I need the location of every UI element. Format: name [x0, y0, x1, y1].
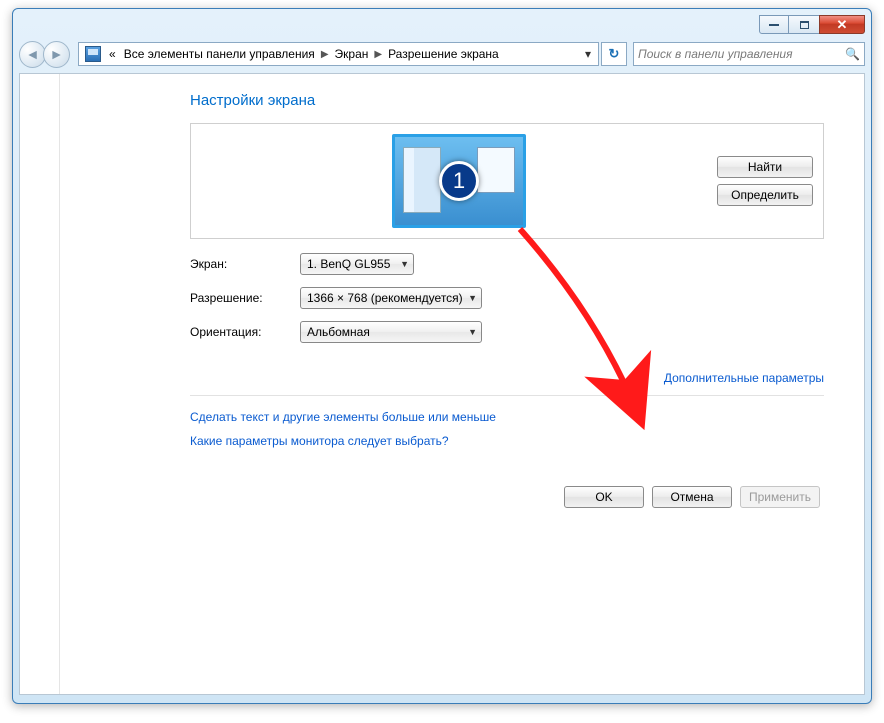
- forward-button[interactable]: ►: [43, 41, 70, 68]
- refresh-button[interactable]: ↻: [601, 42, 627, 66]
- orientation-combo[interactable]: Альбомная ▼: [300, 321, 482, 343]
- display-combo[interactable]: 1. BenQ GL955 ▼: [300, 253, 414, 275]
- display-label: Экран:: [190, 257, 300, 271]
- content-area: Настройки экрана 1 Найти Определить Экра…: [19, 73, 865, 695]
- refresh-icon: ↻: [609, 46, 620, 62]
- settings-form: Экран: 1. BenQ GL955 ▼ Разрешение: 1366 …: [190, 253, 824, 343]
- maximize-button[interactable]: [789, 15, 819, 34]
- chevron-down-icon: ▼: [400, 259, 409, 269]
- identify-button[interactable]: Определить: [717, 184, 813, 206]
- minimize-button[interactable]: [759, 15, 789, 34]
- chevron-right-icon: ▶: [372, 49, 384, 60]
- back-button[interactable]: ◄: [19, 41, 46, 68]
- advanced-settings-link[interactable]: Дополнительные параметры: [664, 371, 824, 385]
- breadcrumb-root: «: [105, 47, 120, 61]
- search-icon: 🔍: [845, 47, 860, 61]
- left-margin: [20, 74, 60, 694]
- dialog-buttons: OK Отмена Применить: [190, 486, 824, 508]
- search-input[interactable]: Поиск в панели управления 🔍: [633, 42, 865, 66]
- main-panel: Настройки экрана 1 Найти Определить Экра…: [60, 74, 864, 694]
- ok-button[interactable]: OK: [564, 486, 644, 508]
- detect-button[interactable]: Найти: [717, 156, 813, 178]
- display-thumbnail[interactable]: 1: [392, 134, 526, 228]
- nav-arrows: ◄ ►: [19, 41, 70, 68]
- breadcrumb-seg-3[interactable]: Разрешение экрана: [384, 47, 503, 61]
- display-preview-panel: 1 Найти Определить: [190, 123, 824, 239]
- separator: [190, 395, 824, 396]
- breadcrumb-seg-1[interactable]: Все элементы панели управления: [120, 47, 319, 61]
- help-links: Сделать текст и другие элементы больше и…: [190, 410, 824, 448]
- display-number-badge: 1: [439, 161, 479, 201]
- orientation-value: Альбомная: [307, 325, 370, 339]
- page-title: Настройки экрана: [190, 92, 824, 109]
- cancel-button[interactable]: Отмена: [652, 486, 732, 508]
- breadcrumb-seg-2[interactable]: Экран: [331, 47, 373, 61]
- resolution-label: Разрешение:: [190, 291, 300, 305]
- address-dropdown[interactable]: ▾: [580, 47, 596, 61]
- navbar: ◄ ► « Все элементы панели управления ▶ Э…: [19, 39, 865, 69]
- orientation-label: Ориентация:: [190, 325, 300, 339]
- search-placeholder: Поиск в панели управления: [638, 47, 793, 61]
- resize-text-link[interactable]: Сделать текст и другие элементы больше и…: [190, 410, 824, 424]
- resolution-value: 1366 × 768 (рекомендуется): [307, 291, 463, 305]
- close-button[interactable]: ✕: [819, 15, 865, 34]
- control-panel-icon: [85, 46, 101, 62]
- apply-button[interactable]: Применить: [740, 486, 820, 508]
- advanced-settings-row: Дополнительные параметры: [190, 371, 824, 385]
- display-value: 1. BenQ GL955: [307, 257, 390, 271]
- chevron-right-icon: ▶: [319, 49, 331, 60]
- which-monitor-link[interactable]: Какие параметры монитора следует выбрать…: [190, 434, 824, 448]
- address-bar[interactable]: « Все элементы панели управления ▶ Экран…: [78, 42, 599, 66]
- titlebar: ✕: [19, 15, 865, 39]
- chevron-down-icon: ▼: [468, 327, 477, 337]
- chevron-down-icon: ▼: [468, 293, 477, 303]
- close-icon: ✕: [837, 17, 848, 33]
- window-frame: ✕ ◄ ► « Все элементы панели управления ▶…: [12, 8, 872, 704]
- resolution-combo[interactable]: 1366 × 768 (рекомендуется) ▼: [300, 287, 482, 309]
